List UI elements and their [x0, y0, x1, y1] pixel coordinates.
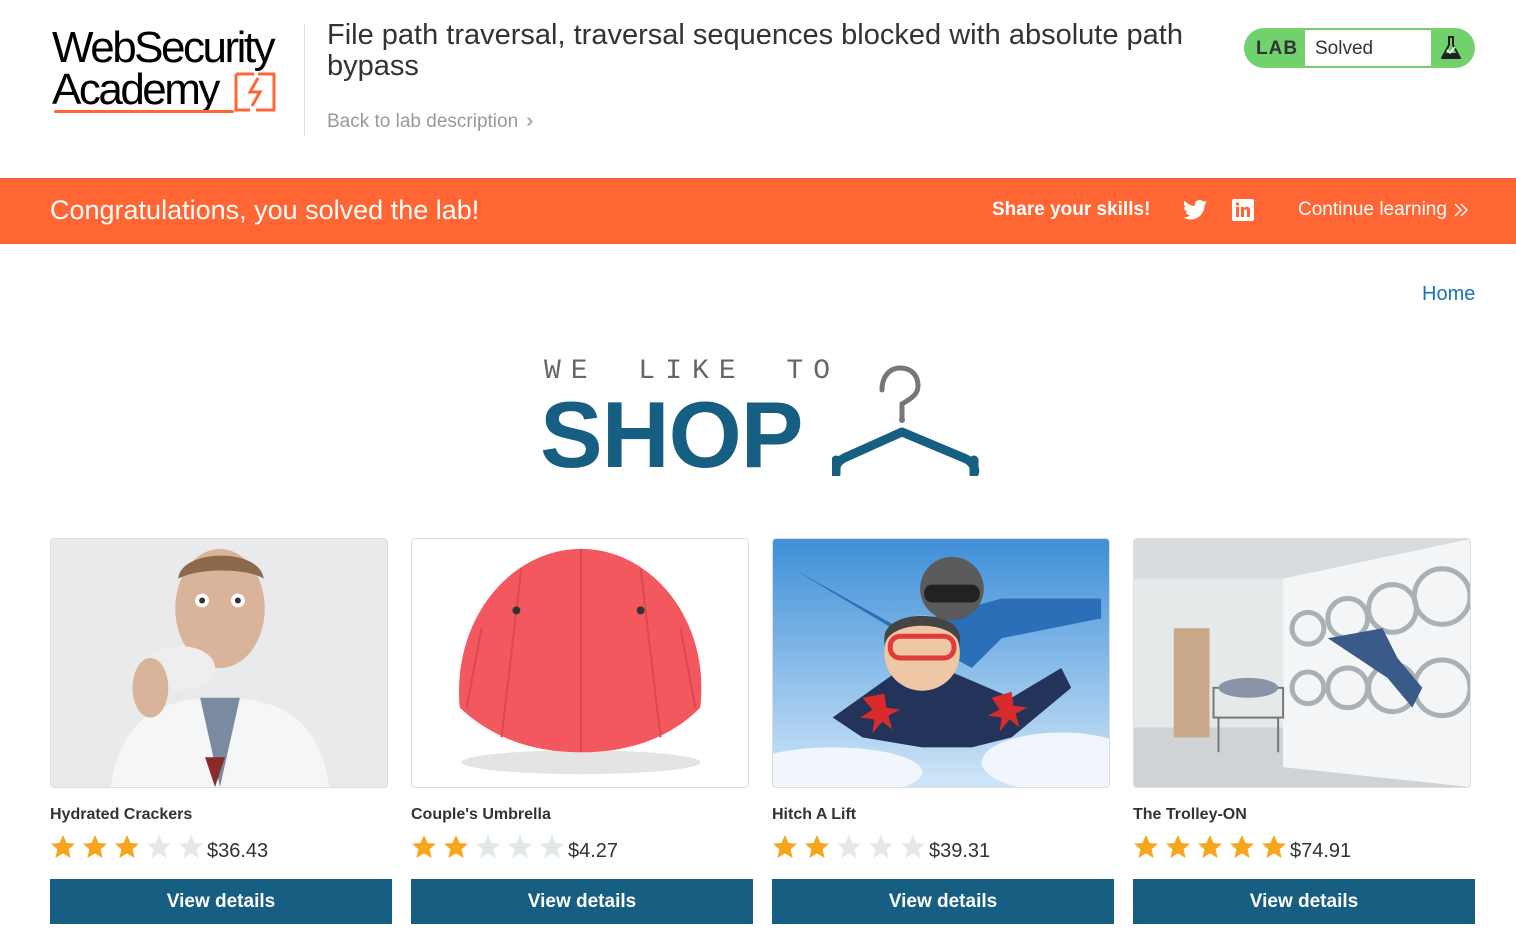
home-link[interactable]: Home: [1422, 283, 1475, 306]
star-filled-icon: [772, 834, 798, 860]
lab-badge-label: LAB: [1256, 38, 1299, 59]
view-details-button[interactable]: View details: [1133, 879, 1475, 924]
star-filled-icon: [1261, 834, 1287, 860]
continue-learning-link[interactable]: Continue learning: [1298, 199, 1469, 221]
star-empty-icon: [836, 834, 862, 860]
product-image-couples-umbrella: [411, 538, 749, 788]
congratulations-message: Congratulations, you solved the lab!: [50, 195, 480, 225]
logo-bolt-icon: [234, 72, 276, 112]
star-empty-icon: [539, 834, 565, 860]
view-details-button[interactable]: View details: [50, 879, 392, 924]
star-filled-icon: [804, 834, 830, 860]
star-empty-icon: [146, 834, 172, 860]
star-rating: [411, 834, 565, 860]
star-filled-icon: [50, 834, 76, 860]
hanger-icon: [832, 365, 980, 476]
linkedin-icon[interactable]: [1232, 199, 1254, 221]
solved-banner: Congratulations, you solved the lab! Sha…: [0, 178, 1516, 244]
star-filled-icon: [1133, 834, 1159, 860]
continue-learning-label: Continue learning: [1298, 199, 1447, 220]
header-divider: [304, 24, 305, 136]
product-card: The Trolley-ON $74.91 View details: [1133, 538, 1475, 924]
star-filled-icon: [1229, 834, 1255, 860]
product-price: $36.43: [207, 840, 269, 862]
product-image-hydrated-crackers: [50, 538, 388, 788]
flask-icon: [1441, 36, 1461, 59]
logo-line-1: WebSecurity: [52, 23, 276, 72]
star-filled-icon: [443, 834, 469, 860]
product-card: Couple's Umbrella $4.27 View details: [411, 538, 753, 924]
product-card: Hydrated Crackers $36.43 View details: [50, 538, 392, 924]
product-image-hitch-a-lift: [772, 538, 1110, 788]
site-header: WebSecurity Academy File path traversal,…: [0, 0, 1516, 178]
star-empty-icon: [475, 834, 501, 860]
product-name: Couple's Umbrella: [411, 806, 551, 823]
twitter-icon[interactable]: [1183, 199, 1207, 221]
double-chevron-right-icon: [1454, 203, 1468, 217]
product-name: The Trolley-ON: [1133, 806, 1247, 823]
double-chevron-right-icon: ››: [526, 110, 535, 132]
product-name: Hydrated Crackers: [50, 806, 193, 823]
logo-line-2: Academy: [52, 65, 220, 114]
web-security-academy-logo[interactable]: WebSecurity Academy: [52, 26, 302, 118]
star-rating: [1133, 834, 1287, 860]
star-filled-icon: [1165, 834, 1191, 860]
we-like-to-shop-logo: WE LIKE TO SHOP: [540, 352, 986, 482]
view-details-button[interactable]: View details: [772, 879, 1114, 924]
star-empty-icon: [178, 834, 204, 860]
back-link-label: Back to lab description: [327, 110, 519, 132]
star-rating: [50, 834, 204, 860]
product-price: $4.27: [568, 840, 619, 862]
star-empty-icon: [900, 834, 926, 860]
lab-status-box: Solved: [1305, 30, 1431, 66]
star-filled-icon: [82, 834, 108, 860]
star-filled-icon: [114, 834, 140, 860]
logo-underline: [54, 110, 234, 113]
lab-status-text: Solved: [1315, 38, 1374, 59]
lab-title: File path traversal, traversal sequences…: [327, 19, 1183, 82]
lab-status-badge: LAB Solved: [1244, 28, 1475, 68]
shop-word: SHOP: [540, 382, 803, 487]
product-card: Hitch A Lift $39.31 View details: [772, 538, 1114, 924]
share-skills-label: Share your skills!: [992, 199, 1151, 220]
view-details-button[interactable]: View details: [411, 879, 753, 924]
product-image-the-trolley-on: [1133, 538, 1471, 788]
back-to-lab-description-link[interactable]: Back to lab description ››: [327, 110, 535, 133]
product-price: $39.31: [929, 840, 991, 862]
star-filled-icon: [1197, 834, 1223, 860]
star-rating: [772, 834, 926, 860]
product-name: Hitch A Lift: [772, 806, 857, 823]
product-price: $74.91: [1290, 840, 1352, 862]
star-empty-icon: [868, 834, 894, 860]
star-empty-icon: [507, 834, 533, 860]
star-filled-icon: [411, 834, 437, 860]
